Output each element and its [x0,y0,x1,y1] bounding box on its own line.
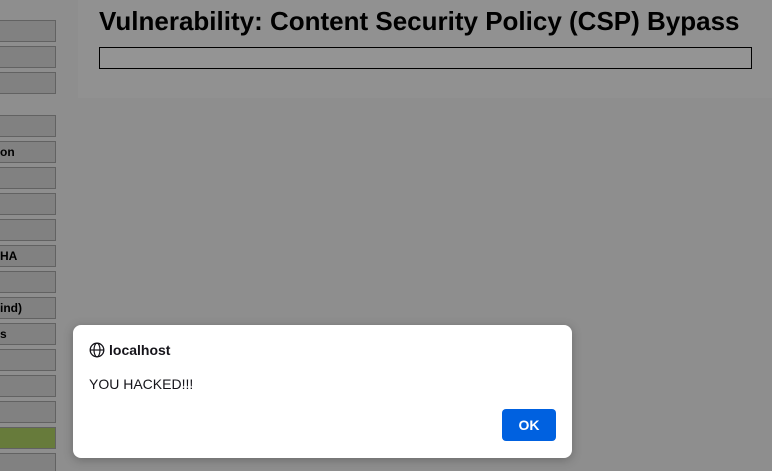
dialog-message: YOU HACKED!!! [89,376,194,392]
ok-button[interactable]: OK [502,409,556,441]
dialog-header: localhost [89,341,170,359]
dialog-origin: localhost [109,342,171,358]
browser-page: on HA ind) s Vulnerability: Content Secu… [0,0,772,471]
globe-icon [89,342,105,358]
alert-dialog: localhost YOU HACKED!!! OK [73,325,572,458]
